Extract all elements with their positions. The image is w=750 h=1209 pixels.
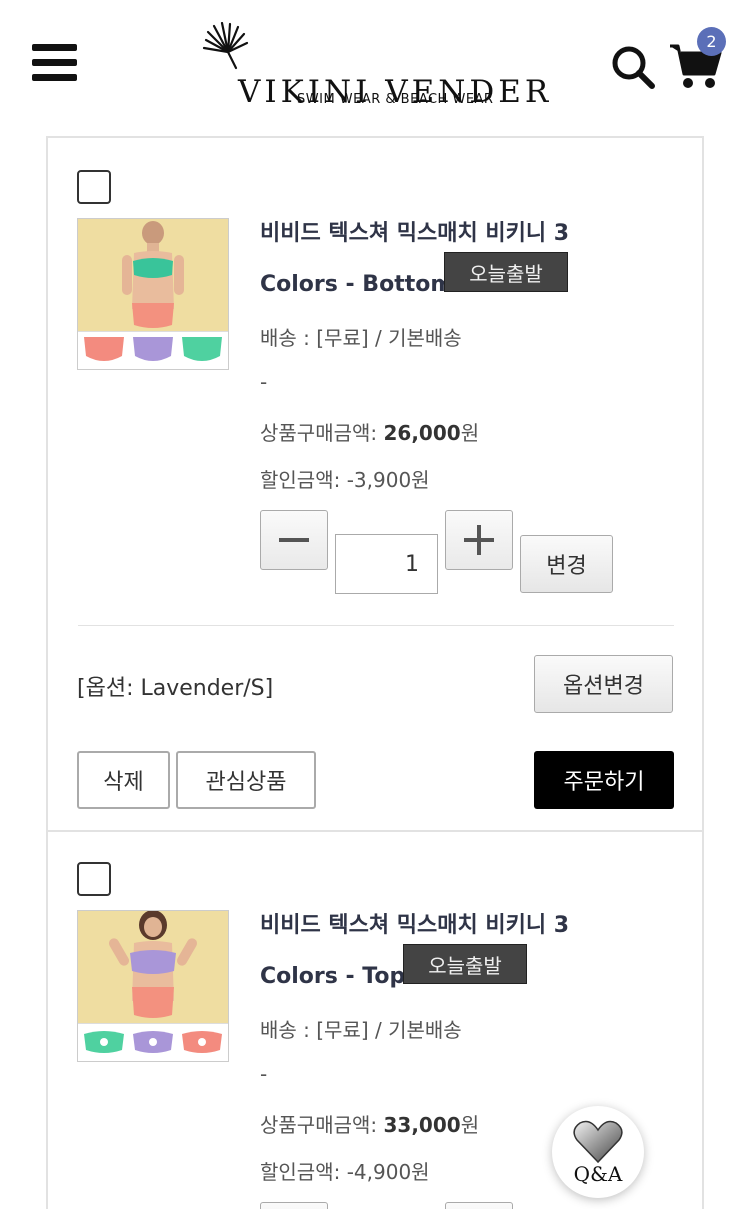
option-dash: - <box>260 1062 268 1086</box>
minus-icon <box>279 538 309 542</box>
option-change-button[interactable]: 옵션변경 <box>534 655 673 713</box>
discount-amount: 할인금액: -4,900원 <box>260 1160 430 1184</box>
delete-button[interactable]: 삭제 <box>77 751 170 809</box>
plus-icon <box>464 525 494 555</box>
heart-icon <box>573 1120 623 1164</box>
quantity-change-button[interactable]: 변경 <box>520 535 613 593</box>
purchase-price: 상품구매금액: 26,000원 <box>260 417 479 446</box>
price-unit: 원 <box>460 421 480 445</box>
price-label: 상품구매금액: <box>260 421 384 445</box>
quantity-increase-button[interactable] <box>445 510 513 570</box>
item-checkbox[interactable] <box>77 862 111 896</box>
price-unit: 원 <box>460 1113 480 1137</box>
cart-count-badge: 2 <box>697 27 726 56</box>
palm-leaf-icon <box>202 22 249 70</box>
product-thumbnail[interactable] <box>77 910 229 1062</box>
product-thumbnail[interactable] <box>77 218 229 370</box>
quantity-increase-button[interactable] <box>445 1202 513 1209</box>
shipping-info: 배송 : [무료] / 기본배송 <box>260 1018 462 1042</box>
shipping-info: 배송 : [무료] / 기본배송 <box>260 326 462 350</box>
same-day-shipping-badge: 오늘출발 <box>444 252 568 292</box>
quantity-input[interactable] <box>335 534 438 594</box>
qa-label: Q&A <box>573 1162 623 1186</box>
item-divider <box>78 625 674 626</box>
add-to-wishlist-button[interactable]: 관심상품 <box>176 751 316 809</box>
cart-list: 비비드 텍스쳐 믹스매치 비키니 3 Colors - Bottom 오늘출발 … <box>46 136 704 1209</box>
purchase-price: 상품구매금액: 33,000원 <box>260 1109 479 1138</box>
price-value: 33,000 <box>383 1113 461 1137</box>
quantity-decrease-button[interactable] <box>260 1202 328 1209</box>
header: VIKINI VENDER SWIM WEAR & BEACH WEAR 2 <box>0 0 750 130</box>
quantity-decrease-button[interactable] <box>260 510 328 570</box>
price-value: 26,000 <box>383 421 461 445</box>
price-label: 상품구매금액: <box>260 1113 384 1137</box>
brand-subtitle: SWIM WEAR & BEACH WEAR <box>297 92 494 107</box>
cart-item: 비비드 텍스쳐 믹스매치 비키니 3 Colors - Bottom 오늘출발 … <box>48 138 702 832</box>
search-icon[interactable] <box>610 44 656 90</box>
qa-floating-button[interactable]: Q&A <box>552 1106 644 1198</box>
item-checkbox[interactable] <box>77 170 111 204</box>
discount-amount: 할인금액: -3,900원 <box>260 468 430 492</box>
order-button[interactable]: 주문하기 <box>534 751 674 809</box>
selected-option: [옵션: Lavender/S] <box>77 676 274 701</box>
menu-icon[interactable] <box>32 44 77 82</box>
same-day-shipping-badge: 오늘출발 <box>403 944 527 984</box>
option-dash: - <box>260 370 268 394</box>
